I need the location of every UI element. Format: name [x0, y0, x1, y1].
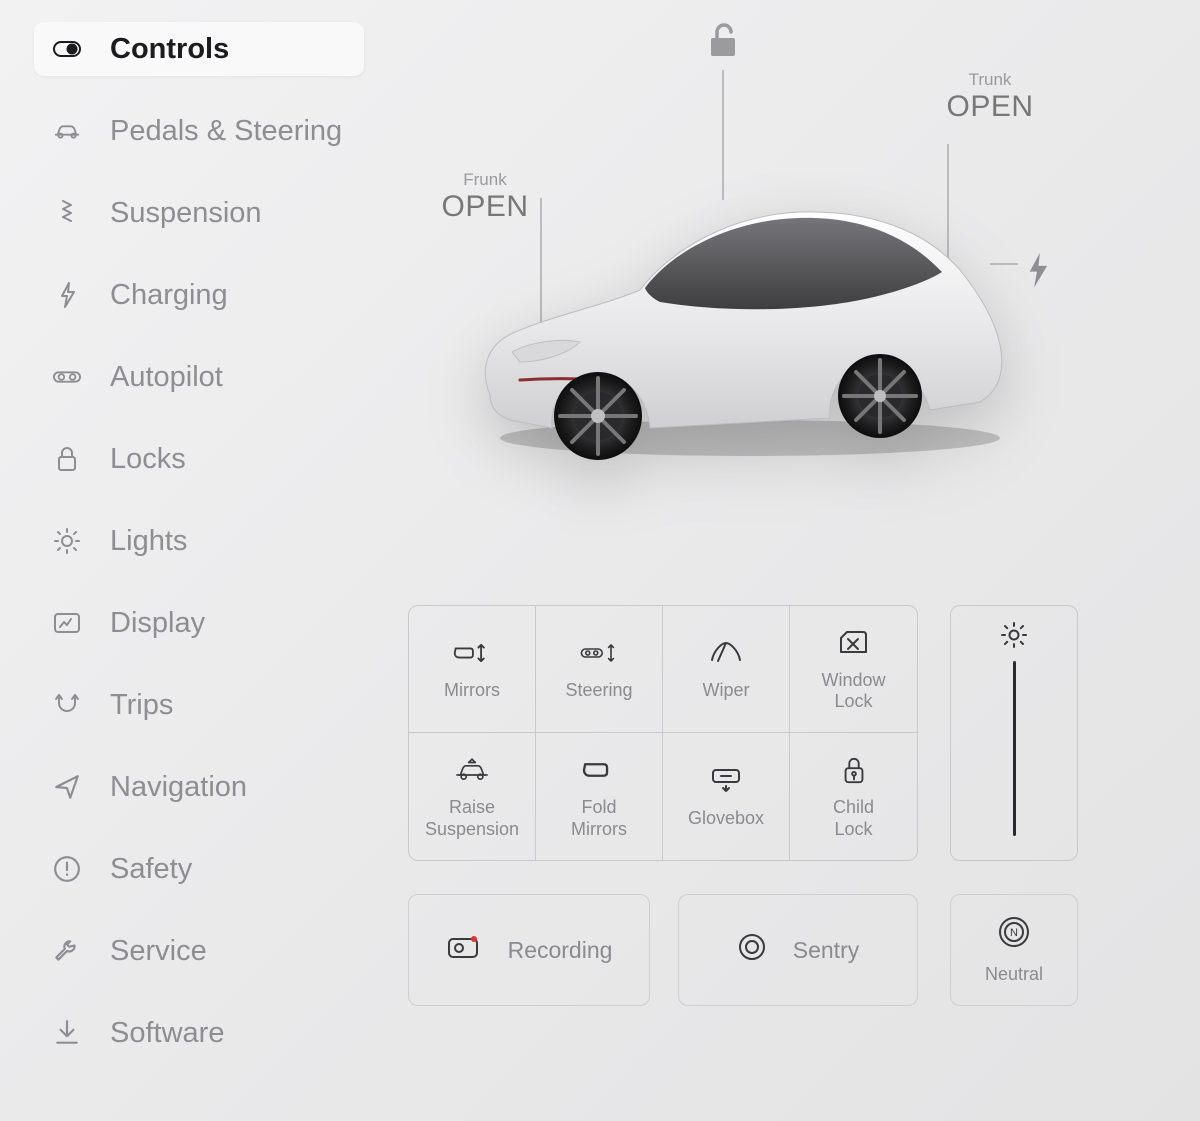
trunk-action: OPEN — [935, 90, 1045, 124]
display-icon — [52, 608, 82, 638]
glovebox-icon — [706, 764, 746, 798]
trips-icon — [52, 690, 82, 720]
tile-glovebox[interactable]: Glovebox — [663, 733, 790, 860]
sidebar-item-suspension[interactable]: Suspension — [34, 186, 364, 240]
tile-mirrors[interactable]: Mirrors — [409, 606, 536, 733]
wiper-icon — [706, 636, 746, 670]
vehicle-image — [460, 170, 1020, 460]
sidebar-item-label: Locks — [110, 443, 186, 476]
dashcam-icon — [446, 933, 482, 967]
tile-label: Glovebox — [688, 808, 764, 829]
recording-label: Recording — [508, 937, 613, 964]
car-icon — [52, 116, 82, 146]
neutral-icon: N — [997, 915, 1031, 954]
fold-mirrors-icon — [579, 753, 619, 787]
child-lock-icon — [834, 753, 874, 787]
sidebar-item-label: Pedals & Steering — [110, 115, 342, 148]
autopilot-icon — [52, 362, 82, 392]
lock-icon — [52, 444, 82, 474]
suspension-icon — [52, 198, 82, 228]
sidebar-item-lights[interactable]: Lights — [34, 514, 364, 568]
tile-label: Raise Suspension — [425, 797, 519, 839]
sidebar-item-label: Safety — [110, 853, 192, 886]
sidebar-item-label: Service — [110, 935, 207, 968]
charge-port-button[interactable] — [1024, 250, 1050, 276]
sidebar-item-charging[interactable]: Charging — [34, 268, 364, 322]
mirror-adjust-icon — [452, 636, 492, 670]
sentry-button[interactable]: Sentry — [678, 894, 918, 1006]
safety-icon — [52, 854, 82, 884]
svg-text:N: N — [1010, 927, 1018, 939]
sidebar-item-service[interactable]: Service — [34, 924, 364, 978]
sidebar-item-label: Lights — [110, 525, 187, 558]
steering-adjust-icon — [579, 636, 619, 670]
navigation-icon — [52, 772, 82, 802]
sidebar-item-label: Display — [110, 607, 205, 640]
tile-steering[interactable]: Steering — [536, 606, 663, 733]
tile-label: Mirrors — [444, 680, 500, 701]
tile-label: Steering — [565, 680, 632, 701]
vehicle-canvas: Frunk OPEN Trunk OPEN — [400, 20, 1160, 580]
sentry-label: Sentry — [793, 937, 859, 964]
download-icon — [52, 1018, 82, 1048]
quick-controls-grid: Mirrors Steering Wiper Window Lock Raise… — [408, 605, 918, 861]
bolt-icon — [52, 280, 82, 310]
sidebar-item-navigation[interactable]: Navigation — [34, 760, 364, 814]
unlock-button[interactable] — [706, 20, 740, 60]
brightness-track — [1013, 661, 1016, 836]
tile-label: Fold Mirrors — [571, 797, 627, 839]
sidebar-item-label: Controls — [110, 33, 229, 66]
brightness-icon — [1001, 622, 1027, 653]
window-lock-icon — [834, 626, 874, 660]
sidebar-item-label: Trips — [110, 689, 173, 722]
tile-label: Wiper — [702, 680, 749, 701]
tile-raise-suspension[interactable]: Raise Suspension — [409, 733, 536, 860]
sidebar-item-label: Suspension — [110, 197, 262, 230]
tile-window-lock[interactable]: Window Lock — [790, 606, 917, 733]
trunk-name: Trunk — [935, 70, 1045, 90]
brightness-slider[interactable] — [950, 605, 1078, 861]
sidebar-item-software[interactable]: Software — [34, 1006, 364, 1060]
sidebar-item-label: Autopilot — [110, 361, 223, 394]
tile-fold-mirrors[interactable]: Fold Mirrors — [536, 733, 663, 860]
trunk-button[interactable]: Trunk OPEN — [935, 70, 1045, 124]
sidebar: Controls Pedals & Steering Suspension Ch… — [34, 22, 364, 1060]
raise-suspension-icon — [452, 753, 492, 787]
lights-icon — [52, 526, 82, 556]
tile-child-lock[interactable]: Child Lock — [790, 733, 917, 860]
sidebar-item-safety[interactable]: Safety — [34, 842, 364, 896]
sidebar-item-display[interactable]: Display — [34, 596, 364, 650]
sidebar-item-pedals-steering[interactable]: Pedals & Steering — [34, 104, 364, 158]
sidebar-item-trips[interactable]: Trips — [34, 678, 364, 732]
tile-wiper[interactable]: Wiper — [663, 606, 790, 733]
sidebar-item-label: Charging — [110, 279, 228, 312]
tile-label: Child Lock — [833, 797, 874, 839]
sentry-icon — [737, 932, 767, 968]
sidebar-item-controls[interactable]: Controls — [34, 22, 364, 76]
sidebar-item-label: Navigation — [110, 771, 247, 804]
sidebar-item-autopilot[interactable]: Autopilot — [34, 350, 364, 404]
controls-icon — [52, 34, 82, 64]
sidebar-item-locks[interactable]: Locks — [34, 432, 364, 486]
sidebar-item-label: Software — [110, 1017, 224, 1050]
wrench-icon — [52, 936, 82, 966]
tile-label: Window Lock — [821, 670, 885, 712]
neutral-label: Neutral — [985, 964, 1043, 985]
recording-button[interactable]: Recording — [408, 894, 650, 1006]
neutral-button[interactable]: N Neutral — [950, 894, 1078, 1006]
